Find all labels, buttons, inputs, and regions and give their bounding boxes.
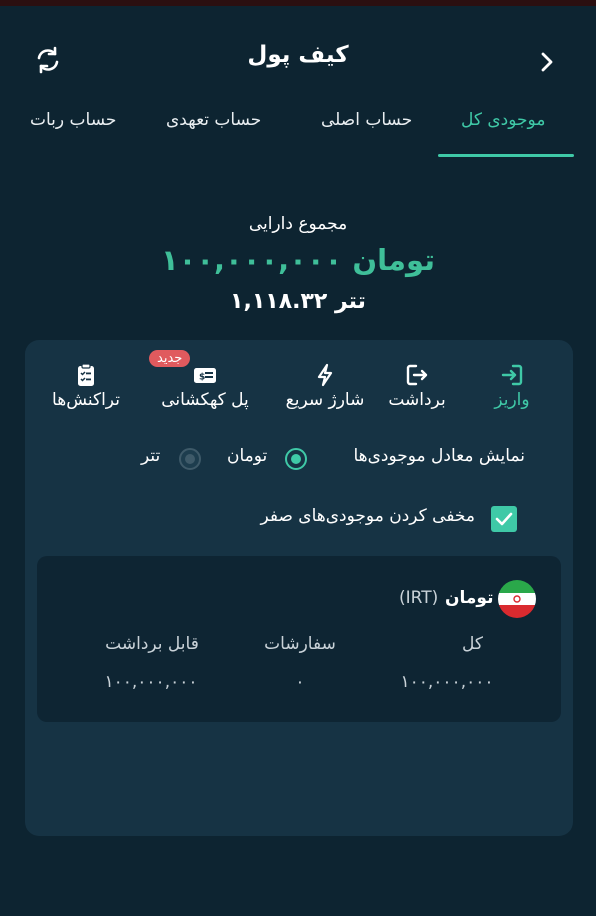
new-badge: جدید (149, 350, 191, 367)
app-header: کیف پول (0, 30, 596, 84)
page-title: کیف پول (247, 42, 349, 68)
transactions-label: تراکنش‌ها (52, 390, 120, 410)
deposit-button[interactable]: واریز (487, 362, 537, 410)
check-icon (495, 512, 513, 526)
money-card-icon: $ (194, 368, 216, 383)
column-header-orders: سفارشات (264, 634, 336, 654)
login-arrow-icon (501, 364, 523, 386)
tab-bot-account[interactable]: حساب ربات (30, 110, 116, 130)
fast-charge-label: شارژ سریع (285, 390, 365, 410)
total-assets-value: ۱۰۰,۰۰۰,۰۰۰ تومان (160, 243, 436, 277)
tab-margin-account[interactable]: حساب تعهدی (166, 110, 261, 130)
tab-total-balance[interactable]: موجودی کل (461, 110, 545, 130)
account-tabs: موجودی کل حساب اصلی حساب تعهدی حساب ربات (0, 100, 596, 158)
lightning-icon (317, 363, 333, 387)
transactions-button[interactable]: تراکنش‌ها (47, 362, 125, 410)
radio-toman-label: تومان (227, 446, 268, 466)
currency-code: (IRT) (399, 588, 439, 608)
currency-name: تومان (445, 588, 494, 608)
withdraw-label: برداشت (388, 390, 446, 410)
galaxy-bridge-label: پل کهکشانی (161, 390, 249, 410)
chevron-right-icon (541, 52, 553, 72)
active-tab-indicator (438, 154, 574, 157)
status-strip (0, 0, 596, 6)
column-header-total: کل (462, 634, 483, 654)
equivalent-label: نمایش معادل موجودی‌ها (353, 446, 525, 466)
fast-charge-button[interactable]: شارژ سریع (285, 362, 365, 410)
radio-toman[interactable] (285, 448, 307, 470)
iran-flag-icon (498, 580, 536, 618)
hide-zero-checkbox[interactable] (491, 506, 517, 532)
column-header-withdrawable: قابل برداشت (105, 634, 199, 654)
total-assets-label: مجموع دارایی (248, 214, 348, 234)
tab-main-account[interactable]: حساب اصلی (321, 110, 412, 130)
back-button[interactable] (528, 44, 564, 80)
balance-card[interactable]: تومان (IRT) کل سفارشات قابل برداشت ۱۰۰,۰… (37, 556, 561, 722)
logout-arrow-icon (406, 364, 428, 386)
wallet-panel: واریز برداشت شارژ سریع $ پل کهکشانی جدید (25, 340, 573, 836)
value-total: ۱۰۰,۰۰۰,۰۰۰ (400, 672, 494, 692)
radio-usdt[interactable] (179, 448, 201, 470)
hide-zero-label: مخفی کردن موجودی‌های صفر (260, 506, 475, 526)
deposit-label: واریز (494, 390, 530, 410)
svg-text:$: $ (199, 373, 205, 383)
radio-usdt-label: تتر (141, 446, 161, 466)
galaxy-bridge-button[interactable]: $ پل کهکشانی (157, 362, 253, 410)
value-orders: ۰ (295, 672, 305, 692)
total-assets-usdt: ۱,۱۱۸.۳۲ تتر (230, 289, 366, 314)
value-withdrawable: ۱۰۰,۰۰۰,۰۰۰ (104, 672, 198, 692)
clipboard-check-icon (78, 363, 94, 386)
radio-dot (291, 454, 301, 464)
radio-dot (185, 454, 195, 464)
withdraw-button[interactable]: برداشت (387, 362, 447, 410)
